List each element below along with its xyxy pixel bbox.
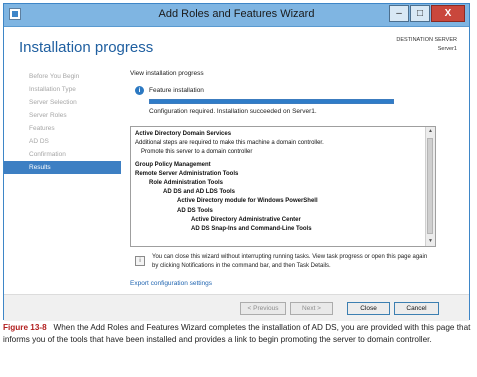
wizard-footer: < Previous Next > Close Cancel <box>4 294 469 321</box>
result-item: AD DS Tools <box>177 207 213 214</box>
wizard-window: Add Roles and Features Wizard – □ X Inst… <box>3 3 470 321</box>
result-item: Additional steps are required to make th… <box>135 140 324 147</box>
step-features[interactable]: Features <box>4 122 121 135</box>
section-title: View installation progress <box>130 70 204 77</box>
close-button[interactable]: Close <box>347 302 390 315</box>
window-controls: – □ X <box>388 5 465 22</box>
title-bar[interactable]: Add Roles and Features Wizard – □ X <box>4 4 469 27</box>
result-item: Remote Server Administration Tools <box>135 170 239 177</box>
maximize-button[interactable]: □ <box>410 5 430 22</box>
minimize-button[interactable]: – <box>389 5 409 22</box>
next-button[interactable]: Next > <box>290 302 333 315</box>
figure-caption: Figure 13-8 When the Add Roles and Featu… <box>3 322 475 345</box>
scroll-up-icon[interactable]: ▲ <box>426 127 435 136</box>
result-item: Active Directory Administrative Center <box>191 216 301 223</box>
results-list[interactable]: Active Directory Domain Services Additio… <box>130 126 436 247</box>
figure-label: Figure 13-8 <box>3 323 47 332</box>
destination-server: DESTINATION SERVER Server1 <box>396 36 457 54</box>
promote-server-link[interactable]: Promote this server to a domain controll… <box>135 148 324 157</box>
step-installation-type[interactable]: Installation Type <box>4 83 121 96</box>
page-title: Installation progress <box>19 39 154 56</box>
scroll-thumb[interactable] <box>427 138 433 234</box>
note-icon: i <box>135 256 145 266</box>
info-icon: i <box>135 86 144 95</box>
step-confirmation[interactable]: Confirmation <box>4 148 121 161</box>
installation-status: Configuration required. Installation suc… <box>149 108 317 115</box>
step-before-you-begin[interactable]: Before You Begin <box>4 70 121 83</box>
destination-label: DESTINATION SERVER <box>396 37 457 43</box>
destination-value: Server1 <box>437 46 457 52</box>
step-server-selection[interactable]: Server Selection <box>4 96 121 109</box>
wizard-steps-sidebar: Before You Begin Installation Type Serve… <box>4 70 121 174</box>
result-item: Active Directory Domain Services <box>135 131 232 137</box>
result-item: AD DS Snap-Ins and Command-Line Tools <box>191 226 312 233</box>
result-item: Role Administration Tools <box>149 180 224 187</box>
feature-installation-label: Feature installation <box>149 87 204 94</box>
results-content: Active Directory Domain Services Additio… <box>135 130 324 234</box>
step-ad-ds[interactable]: AD DS <box>4 135 121 148</box>
note-text: You can close this wizard without interr… <box>152 254 428 269</box>
cancel-button[interactable]: Cancel <box>394 302 439 315</box>
previous-button[interactable]: < Previous <box>240 302 286 315</box>
progress-fill <box>150 100 393 103</box>
result-item: AD DS and AD LDS Tools <box>163 189 235 196</box>
step-results[interactable]: Results <box>4 161 121 174</box>
export-configuration-link[interactable]: Export configuration settings <box>130 280 212 287</box>
installation-progress-bar <box>149 99 394 104</box>
result-item: Active Directory module for Windows Powe… <box>177 198 318 205</box>
result-item: Group Policy Management <box>135 161 211 168</box>
close-window-button[interactable]: X <box>431 5 465 22</box>
scroll-down-icon[interactable]: ▼ <box>426 237 435 246</box>
results-scrollbar[interactable]: ▲ ▼ <box>425 127 435 246</box>
caption-text: When the Add Roles and Features Wizard c… <box>3 323 471 344</box>
step-server-roles[interactable]: Server Roles <box>4 109 121 122</box>
wizard-header: Installation progress DESTINATION SERVER… <box>4 27 469 67</box>
